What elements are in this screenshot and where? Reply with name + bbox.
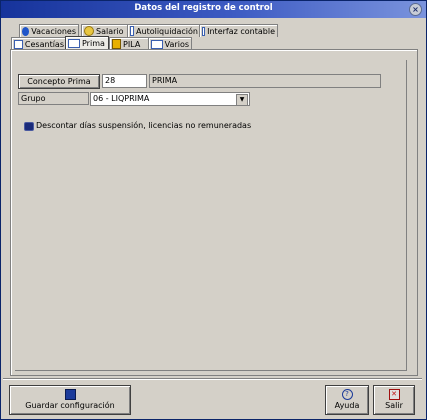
tab-autoliquidacion[interactable]: Autoliquidación [127,24,201,37]
chevron-down-icon[interactable]: ▼ [236,94,248,106]
exit-label: Salir [385,401,403,410]
tab-label: Salario [96,26,124,36]
save-config-label: Guardar configuración [25,401,115,410]
tab-label: PILA [123,39,141,49]
tab-interfaz-contable[interactable]: Interfaz contable [199,24,278,37]
grupo-value: 06 - LIQPRIMA [93,94,150,103]
exit-button[interactable]: ✕ Salir [373,385,415,415]
table-icon [151,39,163,49]
help-button[interactable]: ? Ayuda [325,385,369,415]
vacation-icon [22,26,30,36]
table-icon [68,39,80,48]
close-icon: × [412,5,419,14]
tab-label: Interfaz contable [207,26,275,36]
concepto-prima-button[interactable]: Concepto Prima [18,74,100,89]
footer-bar: Guardar configuración ? Ayuda ✕ Salir [3,378,422,416]
document-icon [130,26,135,36]
concepto-name-field: PRIMA [149,74,381,88]
tab-prima[interactable]: Prima [65,36,109,50]
help-icon: ? [341,389,353,400]
salary-icon [84,26,94,36]
tab-label: Cesantías [24,39,64,49]
title-bar[interactable]: Datos del registro de control × [1,1,426,18]
grupo-label: Grupo [18,92,89,105]
descontar-label: Descontar días suspensión, licencias no … [36,121,252,130]
window-title: Datos del registro de control [134,3,273,13]
dialog-window: Datos del registro de control × Vacacion… [0,0,427,420]
table-icon [14,39,23,49]
descontar-checkbox[interactable] [24,122,34,131]
pila-icon [112,39,121,49]
tab-label: Varios [164,39,189,49]
close-button[interactable]: × [409,3,422,16]
save-icon [64,389,76,400]
tab-label: Autoliquidación [136,26,198,36]
tab-label: Vacaciones [31,26,76,36]
tab-label: Prima [82,39,105,48]
exit-icon: ✕ [388,389,400,400]
concepto-code-input[interactable]: 28 [102,74,147,88]
inner-panel [15,60,407,371]
table-icon [202,26,206,36]
grupo-select[interactable]: 06 - LIQPRIMA ▼ [90,92,250,106]
help-label: Ayuda [334,401,360,410]
save-config-button[interactable]: Guardar configuración [9,385,131,415]
